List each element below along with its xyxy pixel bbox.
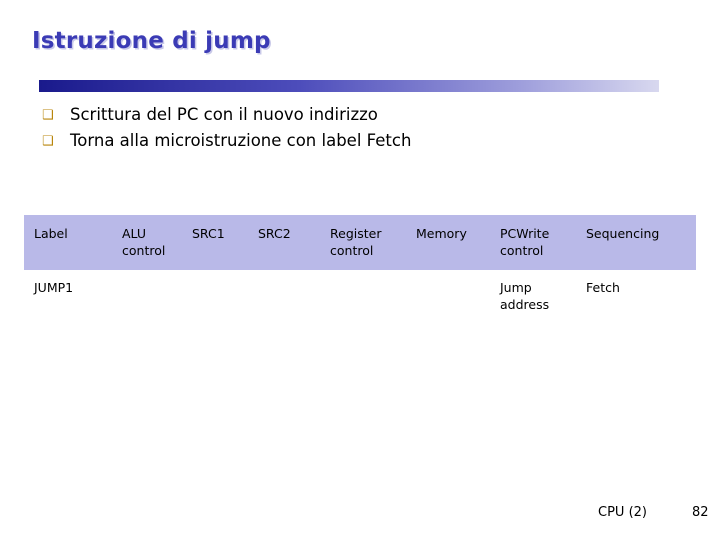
table-header-alu-control: ALU control	[122, 226, 166, 259]
table-header-pcwrite-control: PCWrite control	[500, 226, 550, 259]
footer-label: CPU (2)	[598, 505, 647, 520]
table-header-label: Label	[34, 226, 68, 241]
bullet-marker-icon: ❑	[42, 133, 54, 149]
table-row: JUMP1	[34, 280, 74, 295]
list-item: ❑ Torna alla microistruzione con label F…	[42, 131, 682, 152]
table-header-sequencing: Sequencing	[586, 226, 660, 241]
table-header-src1: SRC1	[192, 226, 225, 241]
title-underline-bar	[39, 80, 659, 92]
bullet-marker-icon: ❑	[42, 108, 54, 123]
bullet-list: ❑ Scrittura del PC con il nuovo indirizz…	[42, 105, 682, 156]
slide: Istruzione di jump ❑ Scrittura del PC co…	[0, 0, 720, 540]
page-number: 82	[692, 505, 709, 520]
bullet-text: Torna alla microistruzione con label Fet…	[70, 130, 412, 150]
table-header-register-control: Register control	[330, 226, 382, 259]
table-row: Fetch	[586, 280, 620, 295]
table-header-src2: SRC2	[258, 226, 291, 241]
list-item: ❑ Scrittura del PC con il nuovo indirizz…	[42, 105, 682, 126]
table-header-memory: Memory	[416, 226, 467, 241]
bullet-text: Scrittura del PC con il nuovo indirizzo	[70, 105, 378, 124]
page-title: Istruzione di jump	[32, 28, 271, 54]
table-row: Jump address	[500, 280, 550, 313]
